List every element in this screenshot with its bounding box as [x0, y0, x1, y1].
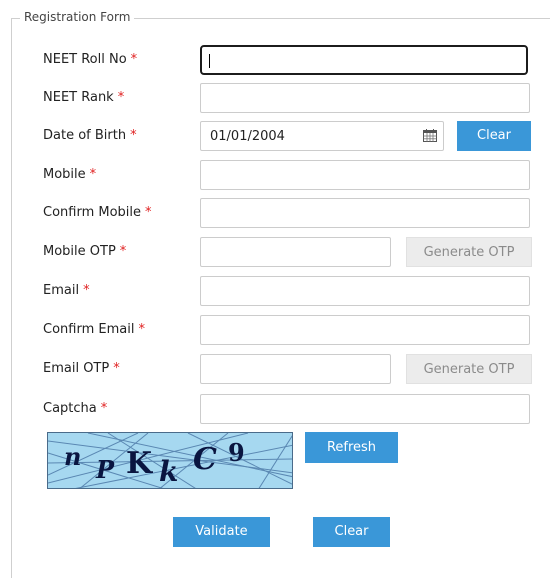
required-marker: *: [117, 90, 125, 105]
neet-roll-no-input[interactable]: [200, 45, 528, 75]
captcha-char: K: [126, 446, 153, 481]
label-date-of-birth: Date of Birth *: [43, 128, 137, 143]
captcha-char: 9: [228, 438, 245, 467]
label-neet-rank: NEET Rank *: [43, 90, 125, 105]
required-marker: *: [119, 244, 127, 259]
row-confirm-email: Confirm Email *: [0, 315, 550, 345]
row-captcha: Captcha *: [0, 394, 550, 424]
row-mobile-otp: Mobile OTP * Generate OTP: [0, 237, 550, 267]
dob-clear-button[interactable]: Clear: [457, 121, 531, 151]
mobile-generate-otp-button[interactable]: Generate OTP: [406, 237, 532, 267]
label-neet-roll-no: NEET Roll No *: [43, 52, 138, 67]
mobile-input[interactable]: [200, 160, 530, 190]
row-confirm-mobile: Confirm Mobile *: [0, 198, 550, 228]
captcha-refresh-button[interactable]: Refresh: [305, 432, 398, 463]
row-mobile: Mobile *: [0, 160, 550, 190]
captcha-input[interactable]: [200, 394, 530, 424]
label-mobile: Mobile *: [43, 167, 97, 182]
email-otp-input[interactable]: [200, 354, 391, 384]
text-caret: [209, 54, 210, 68]
email-input[interactable]: [200, 276, 530, 306]
required-marker: *: [83, 283, 90, 298]
mobile-otp-input[interactable]: [200, 237, 391, 267]
label-email-otp: Email OTP *: [43, 361, 120, 376]
required-marker: *: [130, 128, 137, 143]
confirm-mobile-input[interactable]: [200, 198, 530, 228]
captcha-char: n: [64, 442, 81, 471]
label-confirm-mobile: Confirm Mobile *: [43, 205, 152, 220]
required-marker: *: [100, 401, 108, 416]
date-of-birth-input[interactable]: 01/01/2004: [200, 121, 444, 151]
row-email: Email *: [0, 276, 550, 306]
form-legend: Registration Form: [20, 10, 135, 24]
label-mobile-otp: Mobile OTP *: [43, 244, 127, 259]
email-generate-otp-button[interactable]: Generate OTP: [406, 354, 532, 384]
calendar-icon[interactable]: [423, 129, 437, 142]
required-marker: *: [145, 205, 152, 220]
row-neet-roll-no: NEET Roll No *: [0, 45, 550, 75]
row-email-otp: Email OTP * Generate OTP: [0, 354, 550, 384]
row-date-of-birth: Date of Birth * 01/01/2004 Clear: [0, 121, 550, 151]
captcha-char: C: [193, 442, 217, 477]
required-marker: *: [89, 167, 97, 182]
captcha-char: P: [95, 455, 115, 484]
required-marker: *: [138, 322, 145, 337]
label-email: Email *: [43, 283, 90, 298]
captcha-char: k: [159, 455, 178, 488]
date-of-birth-value: 01/01/2004: [210, 129, 285, 144]
required-marker: *: [113, 361, 120, 376]
required-marker: *: [130, 52, 138, 67]
label-confirm-email: Confirm Email *: [43, 322, 145, 337]
confirm-email-input[interactable]: [200, 315, 530, 345]
validate-button[interactable]: Validate: [173, 517, 270, 547]
neet-rank-input[interactable]: [200, 83, 530, 113]
clear-button[interactable]: Clear: [313, 517, 390, 547]
label-captcha: Captcha *: [43, 401, 108, 416]
captcha-image: n P K k C 9: [47, 432, 293, 489]
captcha-noise: n P K k C 9: [48, 433, 292, 488]
row-neet-rank: NEET Rank *: [0, 83, 550, 113]
